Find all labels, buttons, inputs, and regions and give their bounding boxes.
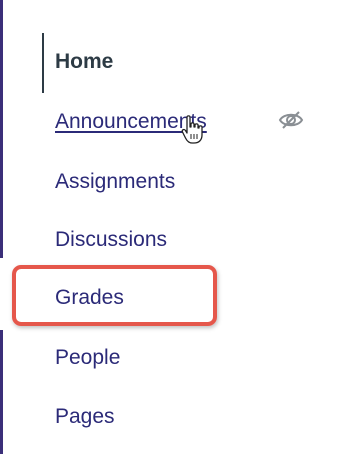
eye-slash-icon[interactable]: [277, 109, 305, 131]
nav-item-discussions[interactable]: Discussions: [55, 226, 167, 254]
hand-pointer-icon: [180, 114, 204, 146]
grades-highlight: [12, 265, 217, 326]
course-navigation: Home Announcements Assignments Discussio…: [0, 0, 347, 454]
nav-item-pages[interactable]: Pages: [55, 403, 115, 431]
nav-item-people[interactable]: People: [55, 344, 120, 372]
nav-item-assignments[interactable]: Assignments: [55, 168, 175, 196]
active-indicator: [42, 33, 44, 93]
nav-item-home[interactable]: Home: [55, 48, 113, 76]
